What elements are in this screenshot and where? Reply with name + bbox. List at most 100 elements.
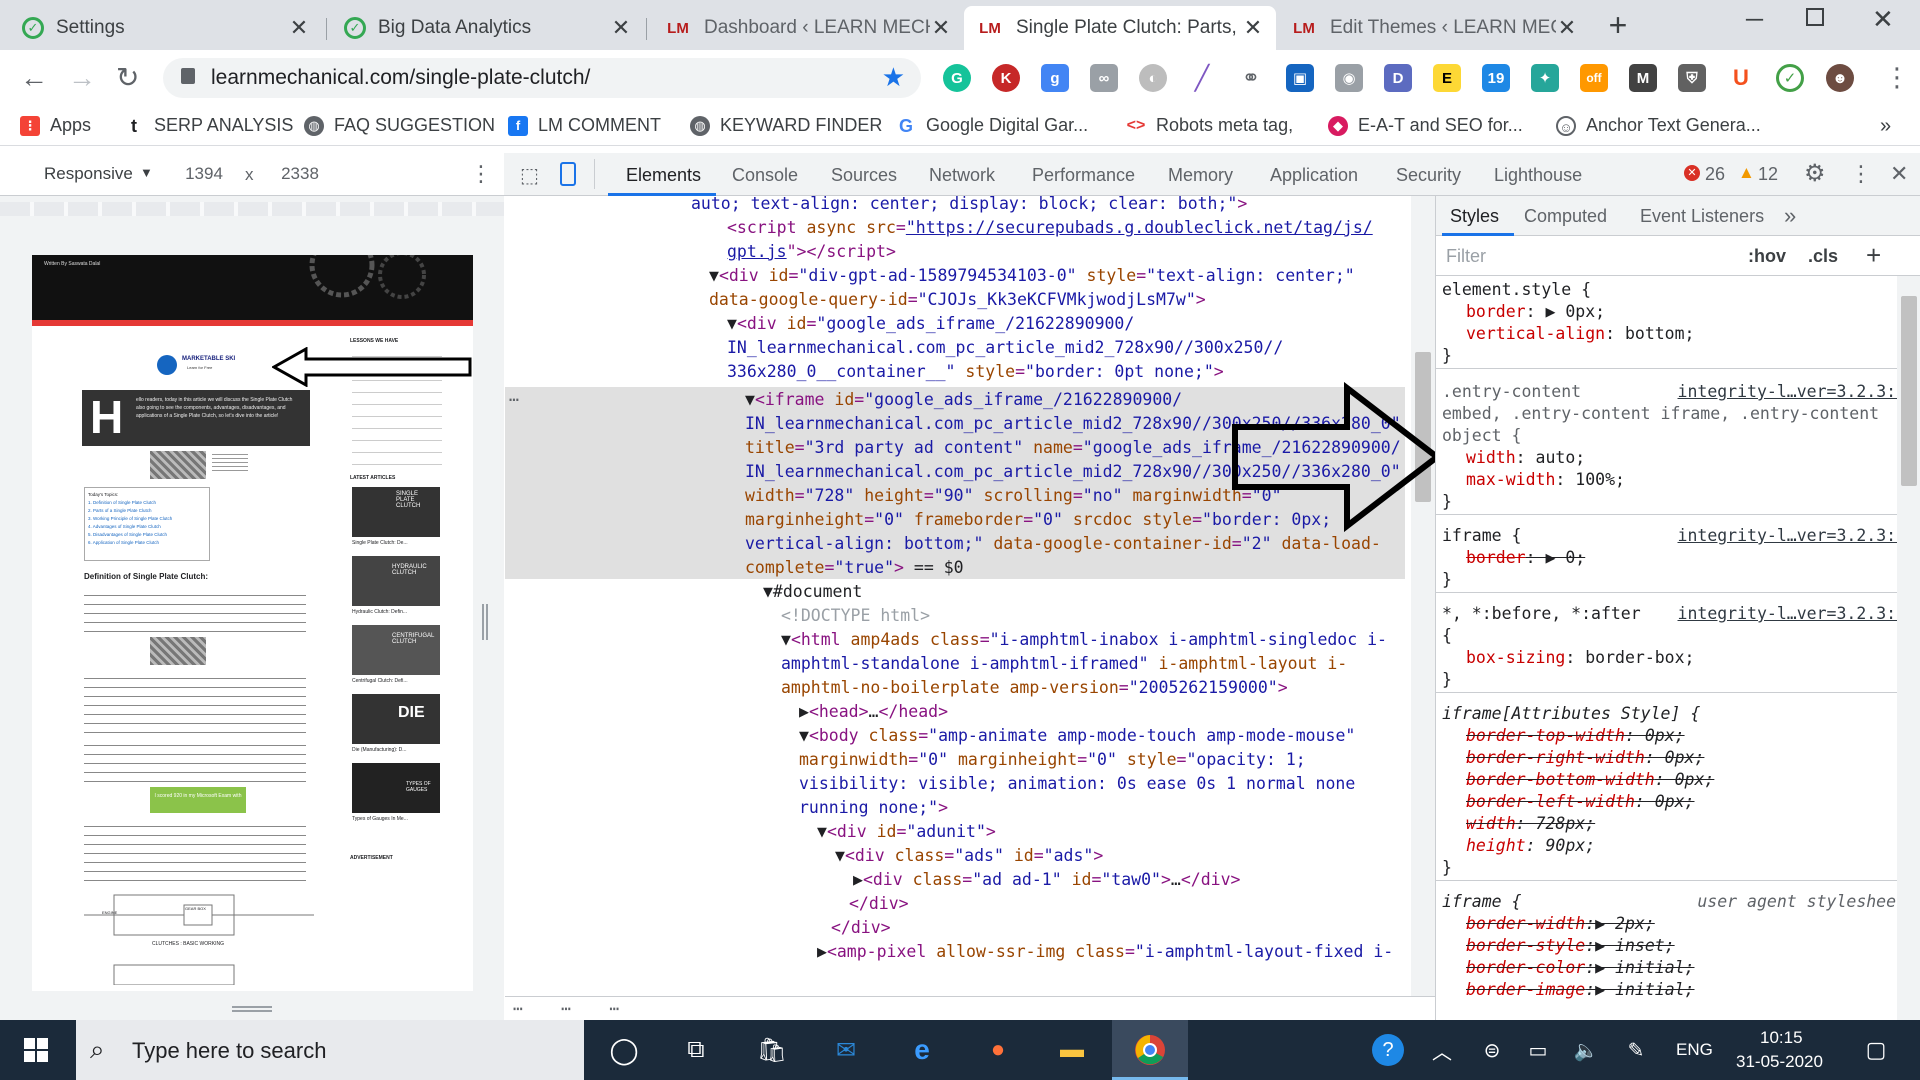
profile-avatar[interactable]: ☻ — [1826, 64, 1854, 92]
topic-item[interactable]: 3. Working Principle of Single Plate Clu… — [88, 515, 206, 523]
tab-console[interactable]: Console — [732, 165, 798, 186]
bookmark-lm-comment[interactable]: f LM COMMENT — [508, 115, 661, 136]
close-tab-icon[interactable]: ✕ — [1556, 15, 1578, 41]
topic-item[interactable]: 2. Parts of a Single Plate Clutch — [88, 507, 206, 515]
error-icon[interactable]: ✕ — [1684, 165, 1700, 181]
check-extension-icon[interactable]: ✓ — [1776, 64, 1804, 92]
off-extension-icon[interactable]: off — [1580, 64, 1608, 92]
forward-arrow-icon[interactable]: → — [68, 62, 96, 94]
address-bar[interactable]: learnmechanical.com/single-plate-clutch/… — [163, 58, 921, 98]
topic-item[interactable]: 6. Application of Single Plate Clutch — [88, 539, 206, 547]
article-caption[interactable]: Hydraulic Clutch: Defin... — [352, 609, 407, 615]
bookmark-apps[interactable]: ⋮ Apps — [20, 115, 91, 136]
camera-extension-icon[interactable]: ◉ — [1335, 64, 1363, 92]
windows-start-icon[interactable] — [16, 1030, 56, 1070]
clock-date[interactable]: 31-05-2020 — [1736, 1052, 1823, 1072]
article-caption[interactable]: Centrifugal Clutch: Defi... — [352, 678, 408, 684]
topic-item[interactable]: 5. Disadvantages of Single Plate Clutch — [88, 531, 206, 539]
minimize-button[interactable]: ─ — [1746, 6, 1763, 34]
language-indicator[interactable]: ENG — [1676, 1040, 1713, 1060]
close-window-button[interactable]: ✕ — [1872, 4, 1894, 35]
tab-dashboard[interactable]: LM Dashboard ‹ LEARN MECHA ✕ — [652, 6, 964, 50]
task-view-icon[interactable]: ⧉ — [676, 1030, 716, 1070]
error-count[interactable]: 26 — [1705, 164, 1725, 185]
tab-edit-themes[interactable]: LM Edit Themes ‹ LEARN MECH ✕ — [1278, 6, 1590, 50]
network-extension-icon[interactable]: ⚭ — [1237, 64, 1265, 92]
tab-elements[interactable]: Elements — [626, 165, 701, 186]
device-mode-select[interactable]: Responsive — [44, 164, 133, 184]
close-tab-icon[interactable]: ✕ — [1242, 15, 1264, 41]
pen-icon[interactable]: ✎ — [1616, 1030, 1656, 1070]
article-thumb[interactable]: SINGLE PLATE CLUTCH — [352, 487, 440, 537]
devtools-menu-icon[interactable]: ⋮ — [1850, 161, 1872, 187]
e-extension-icon[interactable]: E — [1433, 64, 1461, 92]
article-caption[interactable]: Single Plate Clutch: De... — [352, 540, 408, 546]
tab-lighthouse[interactable]: Lighthouse — [1494, 165, 1582, 186]
warning-icon[interactable]: ▲ — [1738, 163, 1755, 183]
more-tabs-icon[interactable]: » — [1784, 203, 1796, 229]
tab-performance[interactable]: Performance — [1032, 165, 1135, 186]
close-tab-icon[interactable]: ✕ — [930, 15, 952, 41]
tab-settings[interactable]: ✓ Settings ✕ — [10, 6, 322, 50]
bookmark-keyward[interactable]: ◍ KEYWARD FINDER — [690, 115, 882, 136]
volume-icon[interactable]: 🔈 — [1566, 1030, 1606, 1070]
mail-icon[interactable]: ✉ — [826, 1030, 866, 1070]
tab-memory[interactable]: Memory — [1168, 165, 1233, 186]
dropdown-caret-icon[interactable]: ▼ — [140, 165, 153, 180]
tab-sources[interactable]: Sources — [831, 165, 897, 186]
shield-extension-icon[interactable]: ⛨ — [1678, 64, 1706, 92]
taskbar-search-box[interactable]: ⌕ Type here to search — [76, 1020, 584, 1080]
page-preview[interactable]: Written By Saswata Dalal MARKETABLE SKI … — [32, 255, 473, 991]
pen-extension-icon[interactable]: ╱ — [1188, 64, 1216, 92]
styles-pane[interactable]: Styles Computed Event Listeners » Filter… — [1435, 196, 1920, 1020]
elements-scrollbar[interactable] — [1411, 196, 1435, 996]
elements-dom-tree[interactable]: auto; text-align: center; display: block… — [505, 196, 1435, 1020]
bookmark-anchor[interactable]: ☺ Anchor Text Genera... — [1556, 115, 1761, 136]
tab-event-listeners[interactable]: Event Listeners — [1640, 206, 1764, 227]
bookmark-faq[interactable]: ◍ FAQ SUGGESTION — [304, 115, 495, 136]
d-extension-icon[interactable]: D — [1384, 64, 1412, 92]
article-thumb[interactable]: HYDRAULIC CLUTCH — [352, 556, 440, 606]
breadcrumb[interactable]: ⋯ ⋯ ⋯ — [505, 996, 1435, 1020]
m-extension-icon[interactable]: M — [1629, 64, 1657, 92]
menu-kebab-icon[interactable]: ⋮ — [1884, 62, 1910, 93]
settings-gear-icon[interactable]: ⚙ — [1804, 159, 1826, 188]
link-extension-icon[interactable]: ∞ — [1090, 64, 1118, 92]
moon-extension-icon[interactable]: ◐ — [1139, 64, 1167, 92]
screen-extension-icon[interactable]: ▣ — [1286, 64, 1314, 92]
tab-big-data[interactable]: ✓ Big Data Analytics ✕ — [332, 6, 644, 50]
article-caption[interactable]: Types of Gauges In Me... — [352, 816, 408, 822]
cls-toggle[interactable]: .cls — [1808, 246, 1838, 267]
tab-styles[interactable]: Styles — [1450, 206, 1499, 227]
grammarly-extension-icon[interactable]: G — [943, 64, 971, 92]
bookmark-robots[interactable]: <> Robots meta tag, — [1126, 115, 1293, 136]
network-icon[interactable]: ⊜ — [1472, 1030, 1512, 1070]
chrome-taskbar-button[interactable] — [1112, 1020, 1188, 1080]
tab-application[interactable]: Application — [1270, 165, 1358, 186]
help-icon[interactable]: ? — [1372, 1034, 1404, 1066]
device-height-input[interactable]: 2338 — [270, 159, 330, 189]
new-tab-button[interactable]: + — [1600, 8, 1636, 44]
edge-icon[interactable]: e — [902, 1030, 942, 1070]
u-extension-icon[interactable]: U — [1727, 64, 1755, 92]
topic-item[interactable]: 1. Definition of Single Plate Clutch — [88, 499, 206, 507]
bookmark-serp[interactable]: t SERP ANALYSIS — [124, 115, 293, 136]
cortana-icon[interactable]: ◯ — [604, 1030, 644, 1070]
article-thumb[interactable]: DIE — [352, 694, 440, 744]
battery-icon[interactable]: ▭ — [1518, 1030, 1558, 1070]
device-more-icon[interactable]: ⋮ — [470, 161, 492, 187]
notifications-icon[interactable]: ▢ — [1856, 1030, 1896, 1070]
hov-toggle[interactable]: :hov — [1748, 246, 1786, 267]
bookmark-google-digital[interactable]: G Google Digital Gar... — [896, 115, 1088, 136]
exam-banner[interactable]: I scored 920 in my Microsoft Exam with — [150, 787, 246, 813]
tray-chevron-icon[interactable]: ︿ — [1422, 1030, 1462, 1070]
bookmark-star-icon[interactable]: ★ — [882, 62, 905, 93]
tab-security[interactable]: Security — [1396, 165, 1461, 186]
close-devtools-icon[interactable]: ✕ — [1890, 161, 1908, 187]
reload-icon[interactable]: ↻ — [116, 61, 139, 94]
close-tab-icon[interactable]: ✕ — [610, 15, 632, 41]
google-extension-icon[interactable]: g — [1041, 64, 1069, 92]
restore-button[interactable] — [1806, 8, 1824, 26]
article-thumb[interactable]: CENTRIFUGAL CLUTCH — [352, 625, 440, 675]
device-toggle-icon[interactable] — [560, 162, 576, 186]
